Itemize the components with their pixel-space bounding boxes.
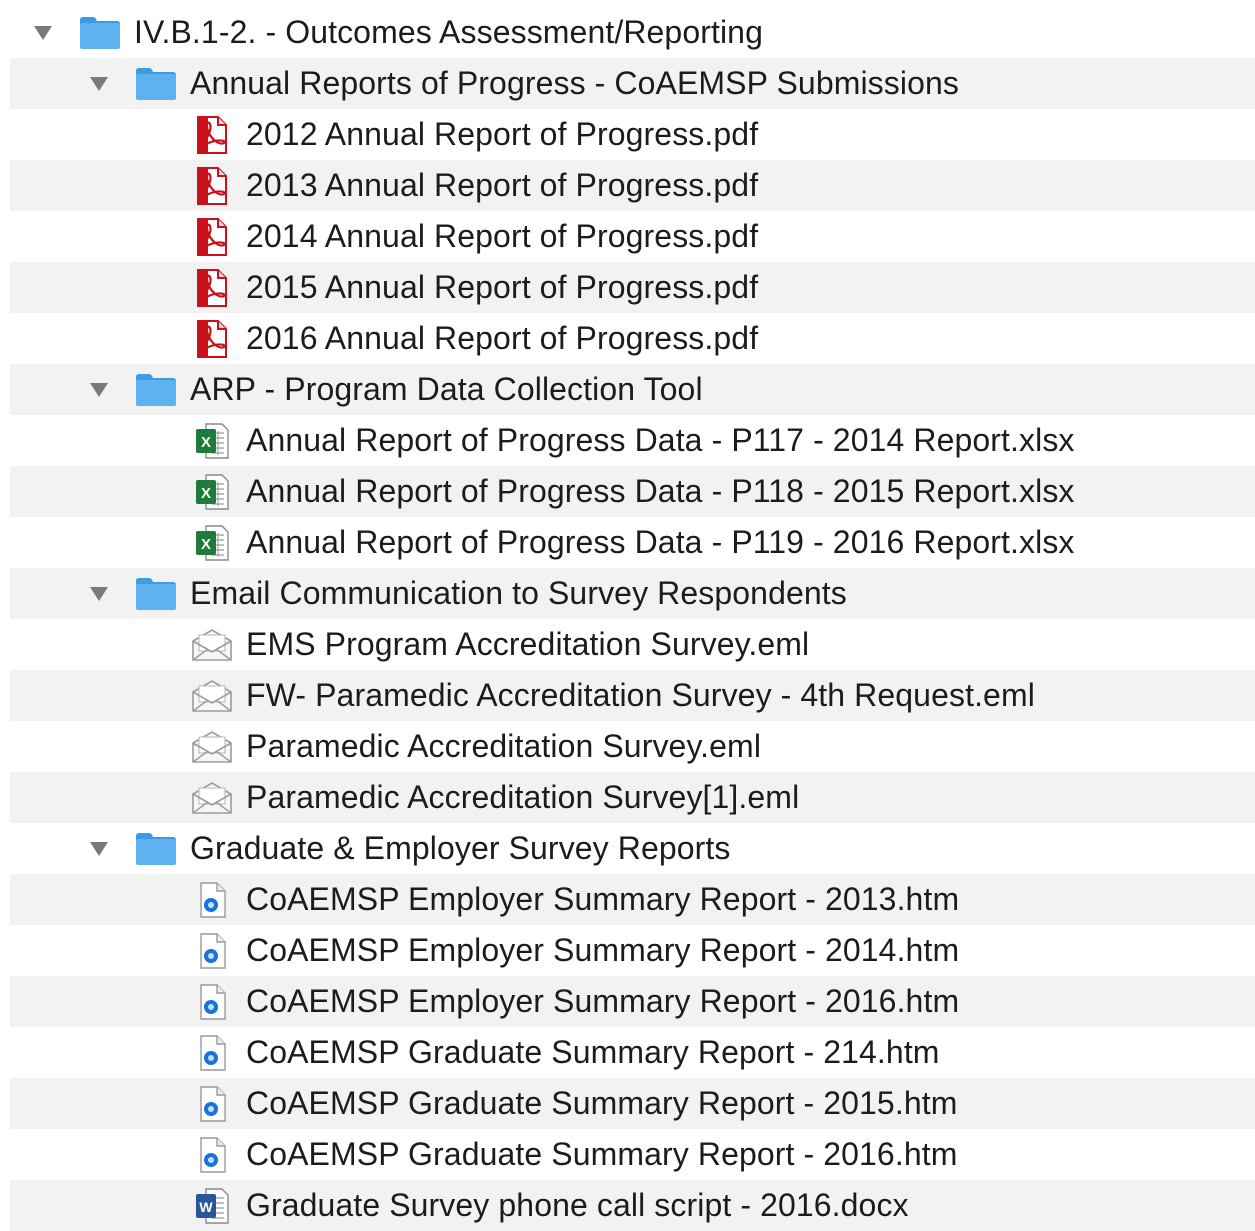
folder-name: IV.B.1-2. - Outcomes Assessment/Reportin… (134, 14, 763, 50)
htm-icon (190, 982, 234, 1022)
svg-text:W: W (199, 1199, 213, 1215)
file-row-coaemsp-graduate-summary-report-2015-htm[interactable]: CoAEMSP Graduate Summary Report - 2015.h… (10, 1078, 1255, 1129)
htm-icon (190, 1033, 234, 1073)
file-row-2013-annual-report-of-progress-pdf[interactable]: 2013 Annual Report of Progress.pdf (10, 160, 1255, 211)
disclosure-triangle-expanded-icon[interactable] (84, 568, 114, 619)
email-icon (190, 778, 234, 818)
disclosure-triangle-expanded-icon[interactable] (84, 823, 114, 874)
file-name: 2015 Annual Report of Progress.pdf (246, 269, 759, 305)
excel-icon: X (190, 472, 234, 512)
excel-icon: X (190, 523, 234, 563)
file-row-coaemsp-employer-summary-report-2014-htm[interactable]: CoAEMSP Employer Summary Report - 2014.h… (10, 925, 1255, 976)
htm-icon (190, 1135, 234, 1175)
file-row-coaemsp-employer-summary-report-2013-htm[interactable]: CoAEMSP Employer Summary Report - 2013.h… (10, 874, 1255, 925)
file-row-coaemsp-employer-summary-report-2016-htm[interactable]: CoAEMSP Employer Summary Report - 2016.h… (10, 976, 1255, 1027)
svg-text:X: X (201, 536, 211, 553)
email-icon (190, 625, 234, 665)
file-row-annual-report-of-progress-data-p119-2016-report-xlsx[interactable]: X Annual Report of Progress Data - P119 -… (10, 517, 1255, 568)
folder-row-email-communication-to-survey-respondents[interactable]: Email Communication to Survey Respondent… (10, 568, 1255, 619)
file-row-coaemsp-graduate-summary-report-2016-htm[interactable]: CoAEMSP Graduate Summary Report - 2016.h… (10, 1129, 1255, 1180)
file-name: CoAEMSP Employer Summary Report - 2013.h… (246, 881, 960, 917)
file-tree: IV.B.1-2. - Outcomes Assessment/Reportin… (0, 7, 1255, 1231)
folder-row-annual-reports-of-progress-coaemsp-submissions[interactable]: Annual Reports of Progress - CoAEMSP Sub… (10, 58, 1255, 109)
folder-icon (134, 574, 178, 614)
file-name: Paramedic Accreditation Survey.eml (246, 728, 762, 764)
disclosure-triangle-expanded-icon[interactable] (84, 364, 114, 415)
folder-name: Graduate & Employer Survey Reports (190, 830, 731, 866)
file-name: CoAEMSP Employer Summary Report - 2014.h… (246, 932, 960, 968)
file-row-coaemsp-graduate-summary-report-214-htm[interactable]: CoAEMSP Graduate Summary Report - 214.ht… (10, 1027, 1255, 1078)
file-name: 2016 Annual Report of Progress.pdf (246, 320, 759, 356)
htm-icon (190, 931, 234, 971)
file-row-2016-annual-report-of-progress-pdf[interactable]: 2016 Annual Report of Progress.pdf (10, 313, 1255, 364)
htm-icon (190, 1084, 234, 1124)
folder-icon (78, 13, 122, 53)
file-row-annual-report-of-progress-data-p118-2015-report-xlsx[interactable]: X Annual Report of Progress Data - P118 -… (10, 466, 1255, 517)
file-row-2015-annual-report-of-progress-pdf[interactable]: 2015 Annual Report of Progress.pdf (10, 262, 1255, 313)
svg-text:X: X (201, 485, 211, 502)
pdf-icon (190, 268, 234, 308)
folder-icon (134, 829, 178, 869)
folder-name: Email Communication to Survey Respondent… (190, 575, 847, 611)
folder-icon (134, 64, 178, 104)
file-name: CoAEMSP Graduate Summary Report - 2016.h… (246, 1136, 958, 1172)
file-row-paramedic-accreditation-survey-eml[interactable]: Paramedic Accreditation Survey.eml (10, 721, 1255, 772)
folder-row-iv-b-1-2-outcomes-assessment-reporting[interactable]: IV.B.1-2. - Outcomes Assessment/Reportin… (10, 7, 1255, 58)
file-row-annual-report-of-progress-data-p117-2014-report-xlsx[interactable]: X Annual Report of Progress Data - P117 -… (10, 415, 1255, 466)
file-row-graduate-survey-phone-call-script-2016-docx[interactable]: W Graduate Survey phone call script - 201… (10, 1180, 1255, 1231)
file-name: FW- Paramedic Accreditation Survey - 4th… (246, 677, 1035, 713)
file-name: Annual Report of Progress Data - P119 - … (246, 524, 1075, 560)
pdf-icon (190, 115, 234, 155)
email-icon (190, 727, 234, 767)
file-name: EMS Program Accreditation Survey.eml (246, 626, 810, 662)
svg-text:X: X (201, 434, 211, 451)
folder-name: Annual Reports of Progress - CoAEMSP Sub… (190, 65, 959, 101)
file-row-paramedic-accreditation-survey-1-eml[interactable]: Paramedic Accreditation Survey[1].eml (10, 772, 1255, 823)
file-row-2012-annual-report-of-progress-pdf[interactable]: 2012 Annual Report of Progress.pdf (10, 109, 1255, 160)
file-name: CoAEMSP Graduate Summary Report - 2015.h… (246, 1085, 958, 1121)
file-name: CoAEMSP Employer Summary Report - 2016.h… (246, 983, 960, 1019)
disclosure-triangle-expanded-icon[interactable] (28, 7, 58, 58)
disclosure-triangle-expanded-icon[interactable] (84, 58, 114, 109)
excel-icon: X (190, 421, 234, 461)
folder-icon (134, 370, 178, 410)
email-icon (190, 676, 234, 716)
file-name: Graduate Survey phone call script - 2016… (246, 1187, 909, 1223)
file-name: 2013 Annual Report of Progress.pdf (246, 167, 759, 203)
file-row-fw-paramedic-accreditation-survey-4th-request-eml[interactable]: FW- Paramedic Accreditation Survey - 4th… (10, 670, 1255, 721)
folder-row-graduate-employer-survey-reports[interactable]: Graduate & Employer Survey Reports (10, 823, 1255, 874)
file-name: 2014 Annual Report of Progress.pdf (246, 218, 759, 254)
file-name: 2012 Annual Report of Progress.pdf (246, 116, 759, 152)
file-row-2014-annual-report-of-progress-pdf[interactable]: 2014 Annual Report of Progress.pdf (10, 211, 1255, 262)
pdf-icon (190, 166, 234, 206)
pdf-icon (190, 217, 234, 257)
folder-name: ARP - Program Data Collection Tool (190, 371, 703, 407)
file-name: Annual Report of Progress Data - P117 - … (246, 422, 1075, 458)
htm-icon (190, 880, 234, 920)
file-name: Paramedic Accreditation Survey[1].eml (246, 779, 800, 815)
word-icon: W (190, 1186, 234, 1226)
file-name: CoAEMSP Graduate Summary Report - 214.ht… (246, 1034, 940, 1070)
folder-row-arp-program-data-collection-tool[interactable]: ARP - Program Data Collection Tool (10, 364, 1255, 415)
file-row-ems-program-accreditation-survey-eml[interactable]: EMS Program Accreditation Survey.eml (10, 619, 1255, 670)
file-name: Annual Report of Progress Data - P118 - … (246, 473, 1075, 509)
pdf-icon (190, 319, 234, 359)
